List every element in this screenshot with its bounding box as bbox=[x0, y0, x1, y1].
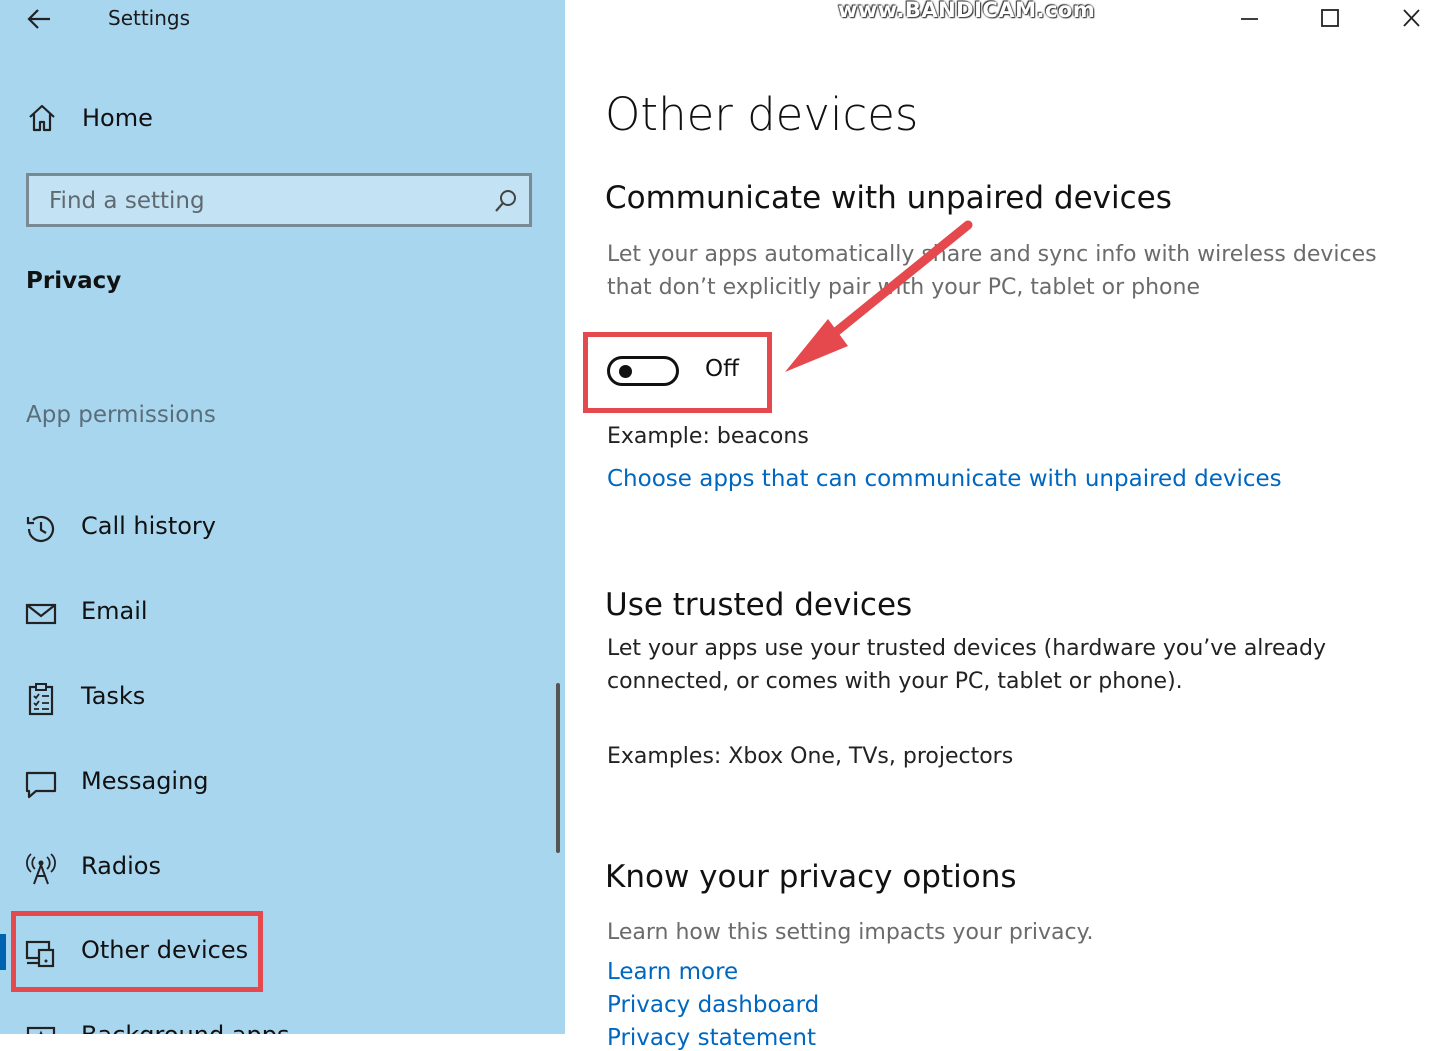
radio-antenna-icon bbox=[26, 853, 56, 885]
home-icon bbox=[29, 104, 55, 132]
search-input[interactable] bbox=[47, 184, 471, 218]
sidebar-item-email[interactable]: Email bbox=[0, 583, 540, 643]
trusted-heading: Use trusted devices bbox=[605, 587, 913, 623]
sidebar-item-tasks[interactable]: Tasks bbox=[0, 668, 540, 728]
sidebar: Settings Home Privacy App permissions Ca… bbox=[0, 0, 565, 1034]
clipboard-checklist-icon bbox=[28, 683, 54, 716]
app-title: Settings bbox=[108, 6, 191, 30]
home-label: Home bbox=[82, 104, 153, 132]
privacy-description: Learn how this setting impacts your priv… bbox=[607, 920, 1094, 945]
search-box[interactable] bbox=[26, 173, 532, 227]
back-button[interactable] bbox=[22, 4, 62, 34]
sidebar-item-messaging[interactable]: Messaging bbox=[0, 753, 540, 813]
envelope-icon bbox=[25, 603, 57, 625]
page-title: Other devices bbox=[605, 88, 919, 141]
choose-apps-link[interactable]: Choose apps that can communicate with un… bbox=[607, 466, 1282, 492]
other-devices-highlight-box bbox=[11, 911, 263, 992]
sidebar-item-home[interactable]: Home bbox=[26, 100, 426, 140]
unpaired-example: Example: beacons bbox=[607, 424, 809, 449]
sidebar-item-label: Call history bbox=[81, 512, 216, 540]
sidebar-item-radios[interactable]: Radios bbox=[0, 838, 540, 898]
toggle-highlight-box bbox=[583, 332, 772, 413]
sidebar-item-label: Background apps bbox=[81, 1021, 290, 1034]
back-arrow-icon bbox=[27, 9, 50, 29]
group-label: App permissions bbox=[26, 402, 216, 428]
clock-history-icon bbox=[26, 515, 55, 542]
sidebar-item-label: Email bbox=[81, 597, 148, 625]
unpaired-heading: Communicate with unpaired devices bbox=[605, 180, 1172, 216]
active-indicator bbox=[0, 934, 6, 970]
sidebar-item-background-apps[interactable]: Background apps bbox=[0, 1007, 540, 1034]
trusted-description: Let your apps use your trusted devices (… bbox=[607, 636, 1326, 694]
privacy-heading: Know your privacy options bbox=[605, 859, 1017, 895]
sidebar-item-label: Tasks bbox=[81, 682, 146, 710]
background-apps-icon bbox=[26, 1026, 56, 1034]
sidebar-item-call-history[interactable]: Call history bbox=[0, 498, 540, 558]
trusted-examples: Examples: Xbox One, TVs, projectors bbox=[607, 744, 1014, 769]
sidebar-item-label: Messaging bbox=[81, 767, 209, 795]
sidebar-scrollbar[interactable] bbox=[556, 683, 560, 853]
privacy-dashboard-link[interactable]: Privacy dashboard bbox=[607, 992, 819, 1018]
privacy-statement-link[interactable]: Privacy statement bbox=[607, 1025, 816, 1051]
learn-more-link[interactable]: Learn more bbox=[607, 959, 738, 985]
section-title: Privacy bbox=[26, 268, 122, 294]
sidebar-item-label: Radios bbox=[81, 852, 161, 880]
chat-bubble-icon bbox=[25, 771, 57, 799]
search-icon[interactable] bbox=[493, 188, 519, 214]
main-content: Other devices Communicate with unpaired … bbox=[565, 0, 1440, 1051]
unpaired-description: Let your apps automatically share and sy… bbox=[607, 242, 1377, 300]
